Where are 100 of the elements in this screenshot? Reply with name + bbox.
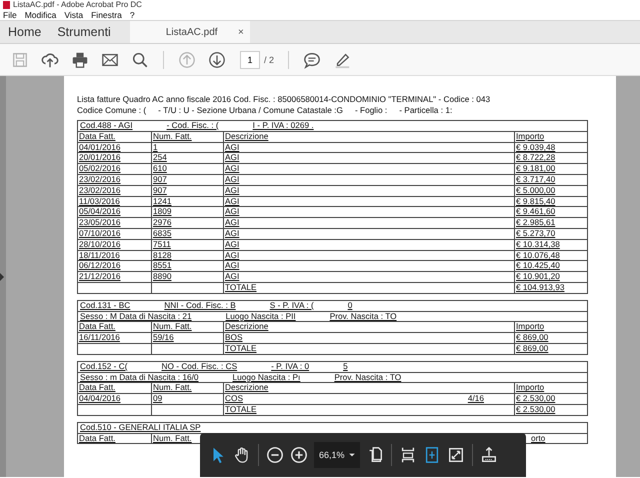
table-cell-text: 18/11/2016 [78, 250, 121, 260]
table-cell-text: 11/03/2016 [78, 196, 121, 206]
full-screen-icon[interactable] [446, 446, 465, 464]
supplier-info-text: Prov. Nascita : TO [334, 372, 402, 382]
document-header-text: Lista fatture Quadro AC anno fiscale 2016 Cod. Fisc. : 85006580014-CONDOMINIO "TERMINAL" - Codice : 043 [77, 94, 490, 105]
table-cell: 254 [151, 153, 223, 164]
table-cell-text: 04/01/2016 [78, 142, 122, 152]
table-cell-text: 21/12/2016 [78, 272, 122, 282]
table-cell: € 10.425,40 [514, 261, 587, 272]
table-cell: 8128 [151, 250, 223, 260]
table-cell: AGI [223, 250, 514, 260]
column-header: Importo [514, 132, 587, 142]
table-cell: € 8.722,28 [514, 153, 587, 164]
column-header: Data Fatt. [78, 132, 116, 142]
column-header: Data Fatt. [78, 383, 116, 394]
speech-bubble-icon[interactable] [303, 50, 322, 68]
zoom-out-icon[interactable] [266, 446, 284, 464]
window-title: ListaAC.pdf - Adobe Acrobat Pro DC [13, 0, 142, 10]
search-icon[interactable] [131, 50, 149, 68]
table-cell: 59/16 [151, 333, 223, 343]
column-header: Descrizione [223, 322, 514, 332]
column-header: Importo [514, 383, 587, 394]
supplier-info-text: NO - Cod. Fisc. : CS [162, 362, 238, 372]
table-cell: AGI [223, 218, 514, 228]
table-cell: AGI [223, 207, 514, 218]
total-amount: € 2.530,00 [514, 404, 587, 415]
total-label: TOTALE [223, 404, 514, 415]
column-header: Num. Fatt. [151, 383, 223, 394]
printer-icon[interactable] [71, 50, 89, 68]
table-cell: € 10.076,48 [514, 250, 587, 260]
total-label: TOTALE [223, 344, 514, 354]
supplier-info-text: 0 [348, 300, 352, 311]
table-cell: AGI [223, 272, 514, 282]
nav-tab[interactable]: Strumenti [49, 21, 119, 43]
supplier-info-text: I - P. IVA : 0269 . [252, 121, 314, 131]
supplier-info-text: S - P. IVA : ( [270, 300, 314, 311]
table-cell: 2976 [151, 218, 223, 228]
table-cell: € 3.717,40 [514, 174, 587, 185]
table-cell: 7511 [151, 240, 223, 250]
table-cell-text: 20/01/2016 [78, 153, 122, 164]
supplier-info-text: Luogo Nascita : Pı [232, 372, 300, 382]
document-header-text: - Particella : 1: [399, 105, 452, 116]
document-tab-label: ListaAC.pdf [166, 26, 218, 38]
column-header: Num. Fatt. [151, 132, 223, 142]
table-cell: 1 [151, 142, 223, 152]
column-header: Num. Fatt. [151, 322, 223, 332]
table-cell: AGI [223, 174, 514, 185]
menu-item[interactable]: Modifica [24, 10, 56, 20]
table-cell: € 9.039,48 [514, 142, 587, 152]
cloud-upload-icon[interactable] [41, 50, 59, 68]
table-cell: 1241 [151, 196, 223, 206]
table-cell: AGI [223, 196, 514, 206]
total-amount: € 869,00 [514, 344, 587, 354]
table-cell: € 10.901,20 [514, 272, 587, 282]
page-number-field[interactable]: 1 [240, 50, 260, 68]
table-cell: € 2.530,00 [514, 394, 587, 404]
down-arrow-circle-icon[interactable] [208, 50, 226, 68]
supplier-info-text: - Cod. Fisc. : ( [166, 121, 219, 131]
table-cell: € 9.815,40 [514, 196, 587, 206]
table-cell: AGI [223, 186, 514, 196]
table-cell: BOS [223, 333, 514, 343]
table-cell: 907 [151, 186, 223, 196]
document-tab[interactable]: ListaAC.pdf × [130, 21, 250, 43]
menu-item[interactable]: Finestra [91, 10, 122, 20]
supplier-info-text: Sesso : M Data di Nascita : 21 [80, 312, 192, 322]
zoom-in-icon[interactable] [290, 446, 308, 464]
pdf-file-icon [3, 1, 10, 9]
table-cell: 1809 [151, 207, 223, 218]
supplier-info-text: - P. IVA : 0 [271, 362, 310, 372]
table-cell: € 9.461,60 [514, 207, 587, 218]
menu-item[interactable]: Vista [64, 10, 84, 20]
table-cell: AGI [223, 142, 514, 152]
menu-item[interactable]: ? [130, 10, 135, 20]
column-header: Descrizione [223, 132, 514, 142]
supplier-info-text: Cod.510 - GENERALI ITALIA SP [80, 422, 201, 433]
table-cell-text: 23/02/2016 [78, 174, 122, 185]
table-cell: € 5.000,00 [514, 186, 587, 196]
document-header-text: - Foglio : [354, 105, 388, 116]
supplier-info-text: Cod.488 - AGI [80, 121, 133, 131]
table-cell: AGI [223, 164, 514, 174]
menu-item[interactable]: File [3, 10, 17, 20]
table-cell: 610 [151, 164, 223, 174]
table-cell: 09 [151, 394, 223, 404]
upload-tray-icon[interactable] [480, 446, 498, 464]
column-header: Descrizione [223, 383, 514, 394]
column-header: Data Fatt. [78, 322, 116, 332]
column-header: Data Fatt. [78, 434, 116, 444]
table-cell: € 5.273,70 [514, 228, 587, 239]
table-cell-text: 05/04/2016 [78, 207, 122, 218]
total-label: TOTALE [223, 282, 514, 293]
table-cell-text: 07/10/2016 [78, 228, 122, 239]
table-cell: € 2.985,61 [514, 218, 587, 228]
nav-tab[interactable]: Home [0, 21, 50, 43]
supplier-info-text: Luogo Nascita : PII [226, 312, 296, 322]
total-amount: € 104.913,93 [514, 282, 587, 293]
supplier-info-text: 5 [343, 362, 348, 372]
expand-panel-icon[interactable] [0, 272, 4, 280]
zoom-dropdown[interactable]: 66,1% [314, 442, 360, 468]
close-tab-button[interactable]: × [238, 26, 244, 38]
supplier-info-text: Prov. Nascita : TO [330, 312, 397, 322]
